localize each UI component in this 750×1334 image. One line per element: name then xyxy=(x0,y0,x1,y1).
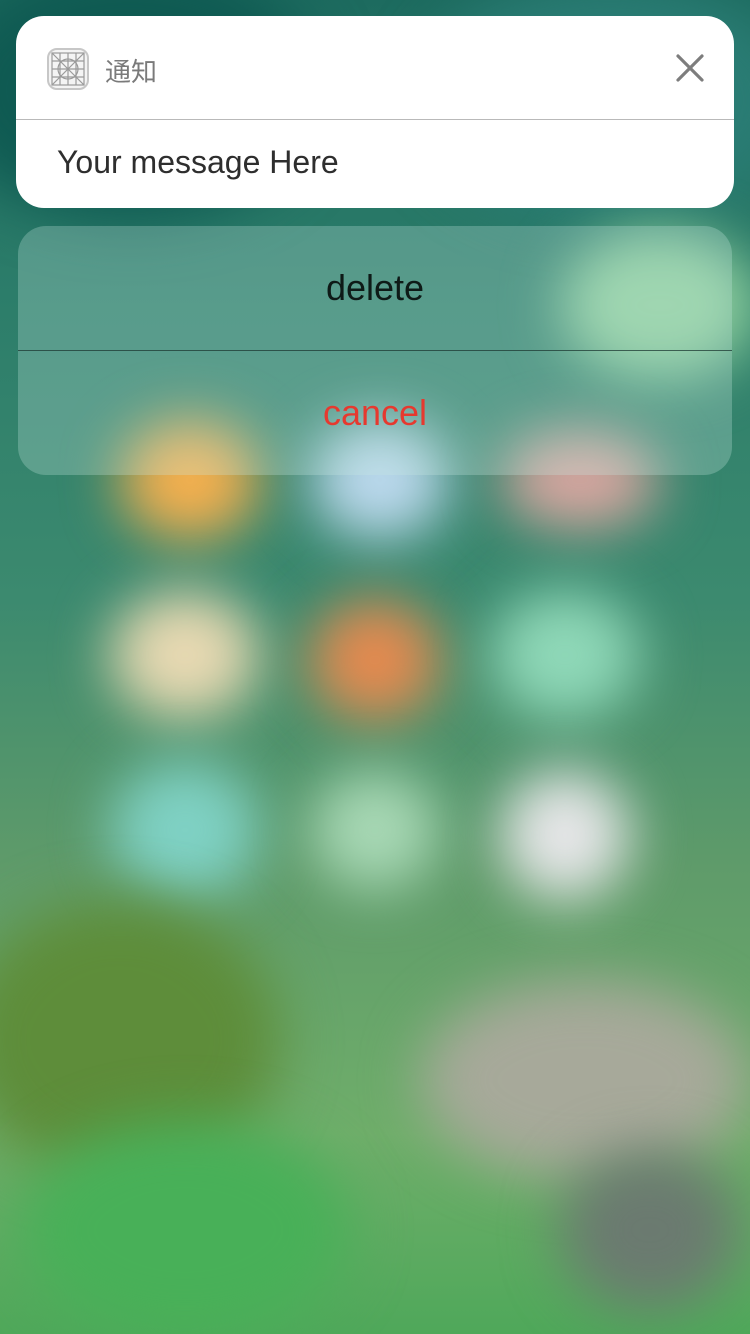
app-icon-blur xyxy=(110,590,260,720)
wallpaper-blob xyxy=(560,1150,740,1310)
close-icon[interactable] xyxy=(676,54,704,82)
grid-app-icon xyxy=(47,48,89,90)
delete-button[interactable]: delete xyxy=(18,226,732,350)
wallpaper-blob xyxy=(420,980,750,1180)
wallpaper-blob xyxy=(20,1120,350,1334)
app-name: 通知 xyxy=(105,58,158,88)
app-icon-blur xyxy=(500,770,630,900)
notification-message: Your message Here xyxy=(57,144,339,180)
app-icon-blur xyxy=(490,590,640,720)
app-icon-blur xyxy=(110,760,260,900)
app-icon-blur xyxy=(310,770,440,890)
action-sheet: delete cancel xyxy=(18,226,732,475)
notification-header: 通知 xyxy=(16,16,734,120)
cancel-button[interactable]: cancel xyxy=(18,351,732,475)
app-icon-blur xyxy=(310,600,440,720)
notification-card: 通知 Your message Here xyxy=(16,16,734,208)
